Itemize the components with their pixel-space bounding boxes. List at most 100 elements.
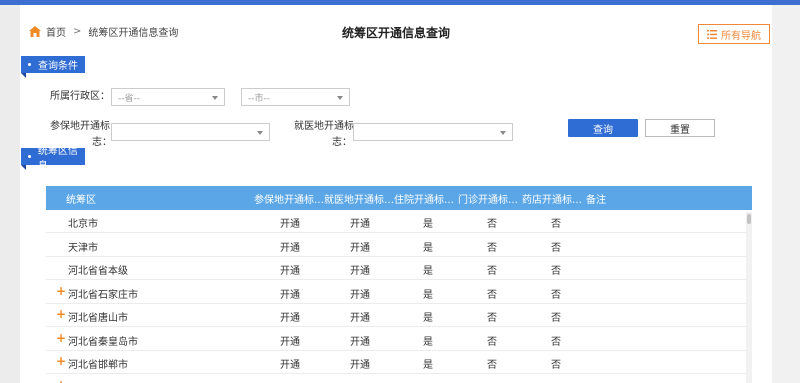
cell-pharmacy: 否	[551, 313, 561, 324]
cell-inpatient: 是	[423, 242, 433, 254]
cell-outpatient: 否	[487, 266, 497, 277]
city-select-value: --市--	[248, 93, 270, 104]
cell-pharmacy: 否	[551, 360, 561, 371]
chevron-down-icon	[212, 96, 218, 100]
table-row[interactable]: + 河北省石家庄市 开通 开通 是 否 否	[46, 281, 746, 304]
table-row[interactable]: + 河北省秦皇岛市 开通 开通 是 否 否	[46, 328, 746, 351]
scrollbar-thumb[interactable]	[747, 214, 751, 224]
column-header-outpatient[interactable]: 门诊开通标…	[458, 191, 518, 206]
cell-insured-flag: 开通	[280, 360, 300, 371]
chevron-down-icon	[257, 131, 263, 135]
table-row[interactable]: + 河北省唐山市 开通 开通 是 否 否	[46, 304, 746, 327]
all-navigation-button[interactable]: 所有导航	[698, 24, 770, 44]
table-row[interactable]: 河北省省本级 开通 开通 是 否 否	[46, 257, 746, 280]
plus-icon[interactable]: +	[56, 307, 66, 321]
query-section-title: 查询条件	[38, 61, 78, 72]
page-title: 统筹区开通信息查询	[341, 26, 450, 40]
cell-medical-flag: 开通	[350, 219, 370, 230]
medical-flag-label: 就医地开通标	[294, 121, 354, 132]
plus-icon[interactable]: +	[56, 378, 66, 383]
cell-inpatient: 是	[423, 289, 433, 301]
medical-flag-select[interactable]	[353, 123, 513, 141]
info-section-title: 统筹区信息	[37, 145, 78, 172]
right-margin	[772, 5, 800, 383]
cell-medical-flag: 开通	[350, 242, 370, 254]
cell-outpatient: 否	[487, 219, 497, 230]
bullet-dot	[28, 63, 31, 66]
cell-outpatient: 否	[487, 380, 497, 383]
cell-inpatient: 是	[423, 313, 433, 324]
cell-pharmacy: 否	[551, 266, 561, 277]
column-header-note[interactable]: 备注	[586, 191, 606, 206]
cell-outpatient: 否	[487, 289, 497, 301]
cell-insured-flag: 开通	[280, 336, 300, 348]
cell-medical-flag: 开通	[350, 289, 370, 301]
cell-pharmacy: 否	[551, 219, 561, 230]
cell-medical-flag: 开通	[350, 336, 370, 348]
plus-icon[interactable]: +	[56, 331, 66, 345]
cell-region-name: 北京市	[68, 219, 98, 230]
province-select-value: --省--	[118, 93, 140, 104]
column-header-region[interactable]: 统筹区	[66, 191, 96, 206]
medical-flag-label-suffix: 志：	[332, 137, 352, 148]
cell-region-name: 河北省石家庄市	[68, 289, 138, 301]
cell-region-name: 河北省秦皇岛市	[68, 336, 138, 348]
table-row[interactable]: 北京市 开通 开通 是 否 否	[46, 210, 746, 233]
plus-icon[interactable]: +	[56, 284, 66, 298]
cell-insured-flag: 开通	[280, 289, 300, 301]
insured-flag-label: 参保地开通标	[50, 121, 110, 132]
cell-pharmacy: 否	[551, 289, 561, 301]
cell-pharmacy: 否	[551, 336, 561, 348]
cell-medical-flag: 开通	[350, 266, 370, 277]
chevron-down-icon	[500, 131, 506, 135]
cell-insured-flag: 开通	[280, 266, 300, 277]
all-navigation-label: 所有导航	[721, 30, 761, 42]
table-scrollbar[interactable]	[746, 212, 752, 383]
insured-flag-select[interactable]	[111, 123, 270, 141]
column-header-insured-flag[interactable]: 参保地开通标…	[254, 191, 324, 206]
cell-region-name: 河北省邢台市	[68, 380, 128, 383]
cell-medical-flag: 开通	[350, 380, 370, 383]
table-row[interactable]: + 河北省邯郸市 开通 开通 是 否 否	[46, 351, 746, 374]
cell-medical-flag: 开通	[350, 360, 370, 371]
table-row[interactable]: 天津市 开通 开通 是 否 否	[46, 234, 746, 257]
bullet-dot	[28, 155, 31, 158]
province-select[interactable]: --省--	[111, 88, 225, 106]
region-table: 统筹区 参保地开通标… 就医地开通标… 住院开通标… 门诊开通标… 药店开通标……	[46, 186, 752, 383]
cell-outpatient: 否	[487, 313, 497, 324]
cell-inpatient: 是	[423, 380, 433, 383]
info-section-tag: 统筹区信息	[21, 146, 85, 172]
region-label: 所属行政区：	[50, 91, 110, 102]
cell-pharmacy: 否	[551, 242, 561, 254]
cell-medical-flag: 开通	[350, 313, 370, 324]
column-header-medical-flag[interactable]: 就医地开通标…	[324, 191, 394, 206]
menu-list-icon	[707, 29, 717, 39]
chevron-down-icon	[337, 96, 343, 100]
cell-insured-flag: 开通	[280, 313, 300, 324]
cell-inpatient: 是	[423, 219, 433, 230]
cell-region-name: 河北省唐山市	[68, 313, 128, 324]
column-header-pharmacy[interactable]: 药店开通标…	[522, 191, 582, 206]
cell-insured-flag: 开通	[280, 242, 300, 254]
cell-inpatient: 是	[423, 360, 433, 371]
column-header-inpatient[interactable]: 住院开通标…	[394, 191, 454, 206]
reset-button[interactable]: 重置	[645, 119, 715, 137]
cell-pharmacy: 否	[551, 380, 561, 383]
table-row[interactable]: +河北省邢台市 开通 开通 是 否 否	[46, 375, 746, 383]
city-select[interactable]: --市--	[241, 88, 350, 106]
insured-flag-label-suffix: 志：	[92, 137, 112, 148]
cell-region-name: 河北省省本级	[68, 266, 128, 277]
cell-region-name: 天津市	[68, 242, 98, 254]
query-section-tag: 查询条件	[21, 56, 85, 78]
cell-inpatient: 是	[423, 266, 433, 277]
cell-insured-flag: 开通	[280, 219, 300, 230]
cell-inpatient: 是	[423, 336, 433, 348]
table-header: 统筹区 参保地开通标… 就医地开通标… 住院开通标… 门诊开通标… 药店开通标……	[46, 186, 752, 210]
cell-outpatient: 否	[487, 242, 497, 254]
cell-region-name: 河北省邯郸市	[68, 360, 128, 371]
cell-outpatient: 否	[487, 360, 497, 371]
page-container: 首页 > 统筹区开通信息查询 统筹区开通信息查询 所有导航 查询条件 所属行政区…	[20, 5, 772, 383]
plus-icon[interactable]: +	[56, 354, 66, 368]
query-button[interactable]: 查询	[568, 119, 638, 137]
cell-insured-flag: 开通	[280, 380, 300, 383]
